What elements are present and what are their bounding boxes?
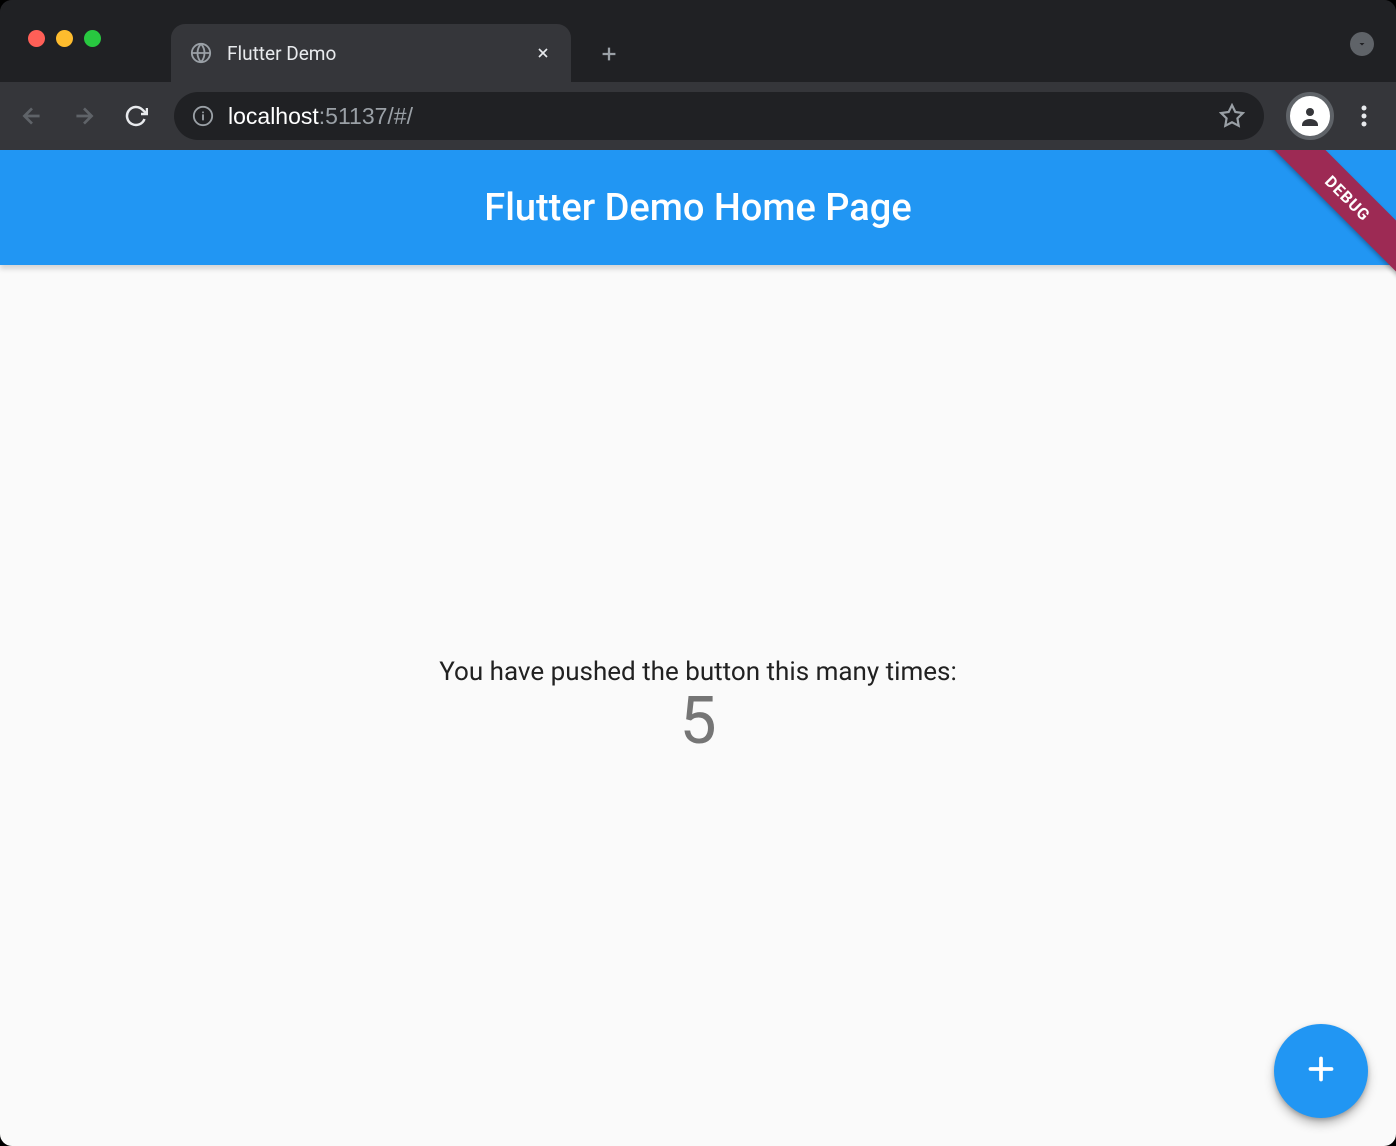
plus-icon [1303,1051,1339,1091]
counter-value: 5 [679,689,716,755]
app-bar-title: Flutter Demo Home Page [484,186,911,230]
url-path: :51137/#/ [319,103,413,129]
floating-action-button[interactable] [1274,1024,1368,1118]
browser-menu-button[interactable] [1342,94,1386,138]
url-host: localhost [228,103,319,129]
address-bar[interactable]: localhost:51137/#/ [174,92,1264,140]
window-minimize-button[interactable] [56,30,73,47]
window-maximize-button[interactable] [84,30,101,47]
url-text: localhost:51137/#/ [228,103,1204,130]
forward-button[interactable] [62,94,106,138]
bookmark-button[interactable] [1218,102,1246,130]
chrome-dropdown-icon[interactable] [1350,32,1374,56]
info-icon[interactable] [192,105,214,127]
window-controls [0,0,101,47]
browser-toolbar: localhost:51137/#/ [0,82,1396,150]
globe-icon [189,41,213,65]
window-close-button[interactable] [28,30,45,47]
browser-window: Flutter Demo [0,0,1396,1146]
app-body: You have pushed the button this many tim… [0,265,1396,1146]
counter-caption: You have pushed the button this many tim… [439,657,957,687]
tabstrip: Flutter Demo [171,0,629,82]
reload-button[interactable] [114,94,158,138]
app-viewport: Flutter Demo Home Page DEBUG You have pu… [0,150,1396,1146]
app-bar: Flutter Demo Home Page [0,150,1396,265]
profile-button[interactable] [1286,92,1334,140]
browser-tab[interactable]: Flutter Demo [171,24,571,82]
back-button[interactable] [10,94,54,138]
new-tab-button[interactable] [589,34,629,74]
titlebar: Flutter Demo [0,0,1396,82]
tab-title: Flutter Demo [227,42,519,65]
close-tab-button[interactable] [533,43,553,63]
